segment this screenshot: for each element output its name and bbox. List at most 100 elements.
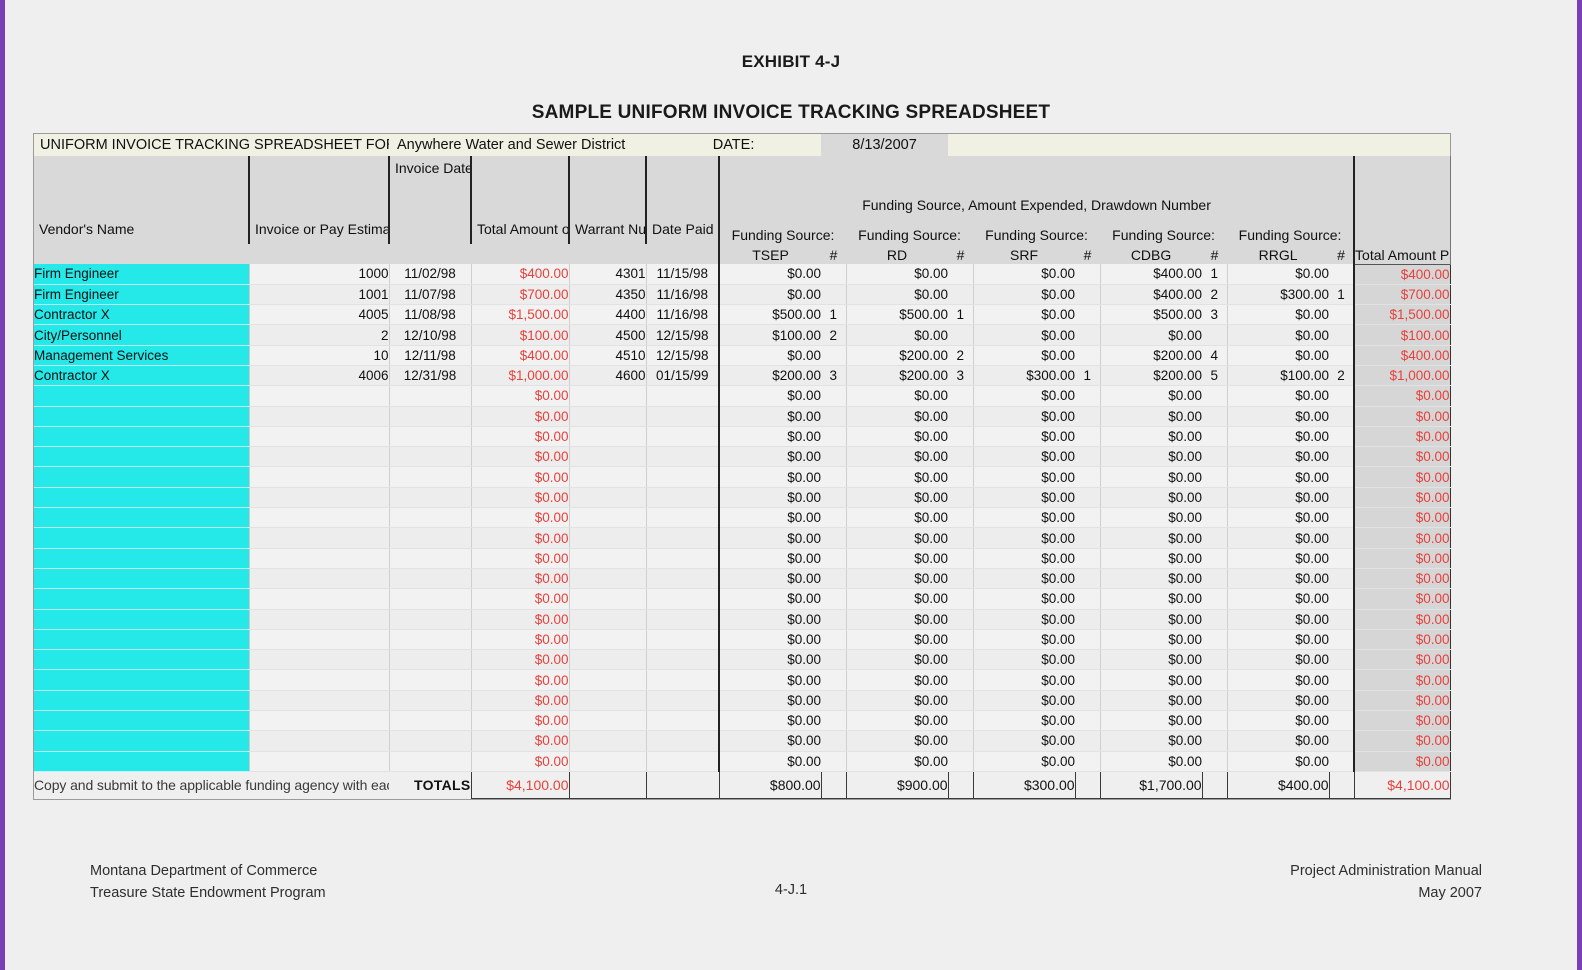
cell-rd-drawdown[interactable] [948,446,974,468]
cell-rd-amount[interactable]: $200.00 [845,365,949,387]
cell-total-invoice[interactable]: $0.00 [470,568,569,590]
cell-invoice-number[interactable] [249,751,389,772]
cell-tsep-amount[interactable]: $0.00 [718,710,822,732]
cell-rd-drawdown[interactable]: 2 [948,345,974,366]
cell-warrant[interactable] [568,609,647,630]
cell-cdbg-drawdown[interactable] [1202,507,1228,529]
cell-invoice-date[interactable] [388,568,471,590]
cell-total-invoice[interactable]: $0.00 [470,507,569,529]
table-row[interactable]: $0.00 $0.00 $0.00 $0.00 $0.00 $0.00 $0.00 [34,689,1451,712]
cell-tsep-drawdown[interactable] [821,507,847,529]
cell-total-invoice[interactable]: $0.00 [470,406,569,427]
cell-rd-drawdown[interactable] [948,751,974,772]
cell-invoice-number[interactable] [249,548,389,569]
cell-tsep-drawdown[interactable]: 1 [821,304,847,326]
cell-tsep-amount[interactable]: $0.00 [718,264,822,285]
cell-invoice-number[interactable] [249,690,389,712]
cell-srf-amount[interactable]: $0.00 [972,588,1076,610]
cell-srf-drawdown[interactable] [1075,507,1101,529]
cell-cdbg-amount[interactable]: $200.00 [1099,365,1203,387]
cell-cdbg-amount[interactable]: $0.00 [1099,710,1203,732]
cell-invoice-number[interactable] [249,426,389,448]
cell-warrant[interactable] [568,426,647,448]
cell-total-invoice[interactable]: $400.00 [470,345,569,366]
cell-cdbg-amount[interactable]: $200.00 [1099,345,1203,366]
cell-cdbg-drawdown[interactable]: 4 [1202,345,1228,366]
cell-rrgl-amount[interactable]: $0.00 [1226,426,1330,448]
cell-warrant[interactable] [568,487,647,509]
cell-total-invoice[interactable]: $0.00 [470,730,569,752]
cell-srf-drawdown[interactable] [1075,385,1101,407]
cell-cdbg-drawdown[interactable] [1202,730,1228,752]
cell-invoice-date[interactable]: 11/08/98 [388,304,471,326]
cell-total-paid[interactable]: $0.00 [1353,547,1451,569]
cell-srf-amount[interactable]: $0.00 [972,487,1076,509]
cell-srf-amount[interactable]: $0.00 [972,426,1076,448]
cell-invoice-date[interactable] [388,588,471,610]
cell-cdbg-amount[interactable]: $0.00 [1099,588,1203,610]
table-row[interactable]: $0.00 $0.00 $0.00 $0.00 $0.00 $0.00 $0.00 [34,425,1451,448]
table-row[interactable]: $0.00 $0.00 $0.00 $0.00 $0.00 $0.00 $0.00 [34,608,1451,630]
cell-cdbg-amount[interactable]: $0.00 [1099,466,1203,488]
cell-invoice-number[interactable] [249,588,389,610]
cell-rrgl-amount[interactable]: $0.00 [1226,466,1330,488]
cell-total-paid[interactable]: $100.00 [1353,324,1451,346]
cell-srf-drawdown[interactable] [1075,466,1101,488]
cell-warrant[interactable] [568,466,647,488]
cell-warrant[interactable]: 4350 [568,284,647,306]
cell-cdbg-drawdown[interactable]: 5 [1202,365,1228,387]
cell-rrgl-amount[interactable]: $0.00 [1226,548,1330,569]
table-row[interactable]: $0.00 $0.00 $0.00 $0.00 $0.00 $0.00 $0.00 [34,669,1451,691]
cell-cdbg-drawdown[interactable] [1202,466,1228,488]
cell-srf-amount[interactable]: $0.00 [972,507,1076,529]
cell-srf-amount[interactable]: $300.00 [972,365,1076,387]
cell-rrgl-amount[interactable]: $0.00 [1226,446,1330,468]
cell-vendor[interactable] [34,690,250,712]
cell-invoice-date[interactable] [388,649,471,671]
cell-rd-drawdown[interactable] [948,710,974,732]
cell-rd-amount[interactable]: $0.00 [845,690,949,712]
cell-vendor[interactable]: Firm Engineer [34,284,250,306]
cell-invoice-date[interactable]: 11/07/98 [388,284,471,306]
cell-rd-amount[interactable]: $0.00 [845,730,949,752]
cell-cdbg-drawdown[interactable] [1202,588,1228,610]
cell-srf-amount[interactable]: $0.00 [972,710,1076,732]
cell-vendor[interactable]: Contractor X [34,304,250,326]
cell-total-invoice[interactable]: $0.00 [470,487,569,509]
cell-total-paid[interactable]: $0.00 [1353,669,1451,691]
cell-tsep-drawdown[interactable] [821,426,847,448]
cell-cdbg-amount[interactable]: $0.00 [1099,568,1203,590]
cell-rd-amount[interactable]: $0.00 [845,649,949,671]
cell-vendor[interactable] [34,669,250,691]
cell-invoice-number[interactable] [249,406,389,427]
cell-rd-drawdown[interactable] [948,649,974,671]
cell-rrgl-amount[interactable]: $0.00 [1226,507,1330,529]
cell-rd-amount[interactable]: $0.00 [845,264,949,285]
cell-tsep-amount[interactable]: $0.00 [718,284,822,306]
cell-cdbg-drawdown[interactable]: 3 [1202,304,1228,326]
cell-rd-drawdown[interactable] [948,324,974,346]
cell-srf-amount[interactable]: $0.00 [972,629,1076,651]
cell-total-paid[interactable]: $0.00 [1353,385,1451,407]
cell-total-invoice[interactable]: $1,000.00 [470,365,569,387]
cell-cdbg-drawdown[interactable] [1202,487,1228,509]
cell-rd-drawdown[interactable] [948,426,974,448]
cell-srf-drawdown[interactable] [1075,629,1101,651]
cell-warrant[interactable] [568,649,647,671]
cell-cdbg-drawdown[interactable] [1202,527,1228,549]
cell-cdbg-amount[interactable]: $0.00 [1099,406,1203,427]
cell-total-paid[interactable]: $0.00 [1353,588,1451,610]
cell-cdbg-amount[interactable]: $500.00 [1099,304,1203,326]
cell-cdbg-amount[interactable]: $0.00 [1099,548,1203,569]
cell-date-paid[interactable] [645,385,720,407]
cell-vendor[interactable] [34,487,250,509]
cell-srf-amount[interactable]: $0.00 [972,385,1076,407]
cell-rd-drawdown[interactable]: 3 [948,365,974,387]
cell-rrgl-amount[interactable]: $0.00 [1226,649,1330,671]
cell-rrgl-drawdown[interactable] [1329,649,1355,671]
cell-tsep-drawdown[interactable] [821,345,847,366]
cell-rrgl-drawdown[interactable] [1329,629,1355,651]
cell-rd-amount[interactable]: $0.00 [845,284,949,306]
cell-total-invoice[interactable]: $0.00 [470,548,569,569]
cell-cdbg-amount[interactable]: $0.00 [1099,669,1203,691]
